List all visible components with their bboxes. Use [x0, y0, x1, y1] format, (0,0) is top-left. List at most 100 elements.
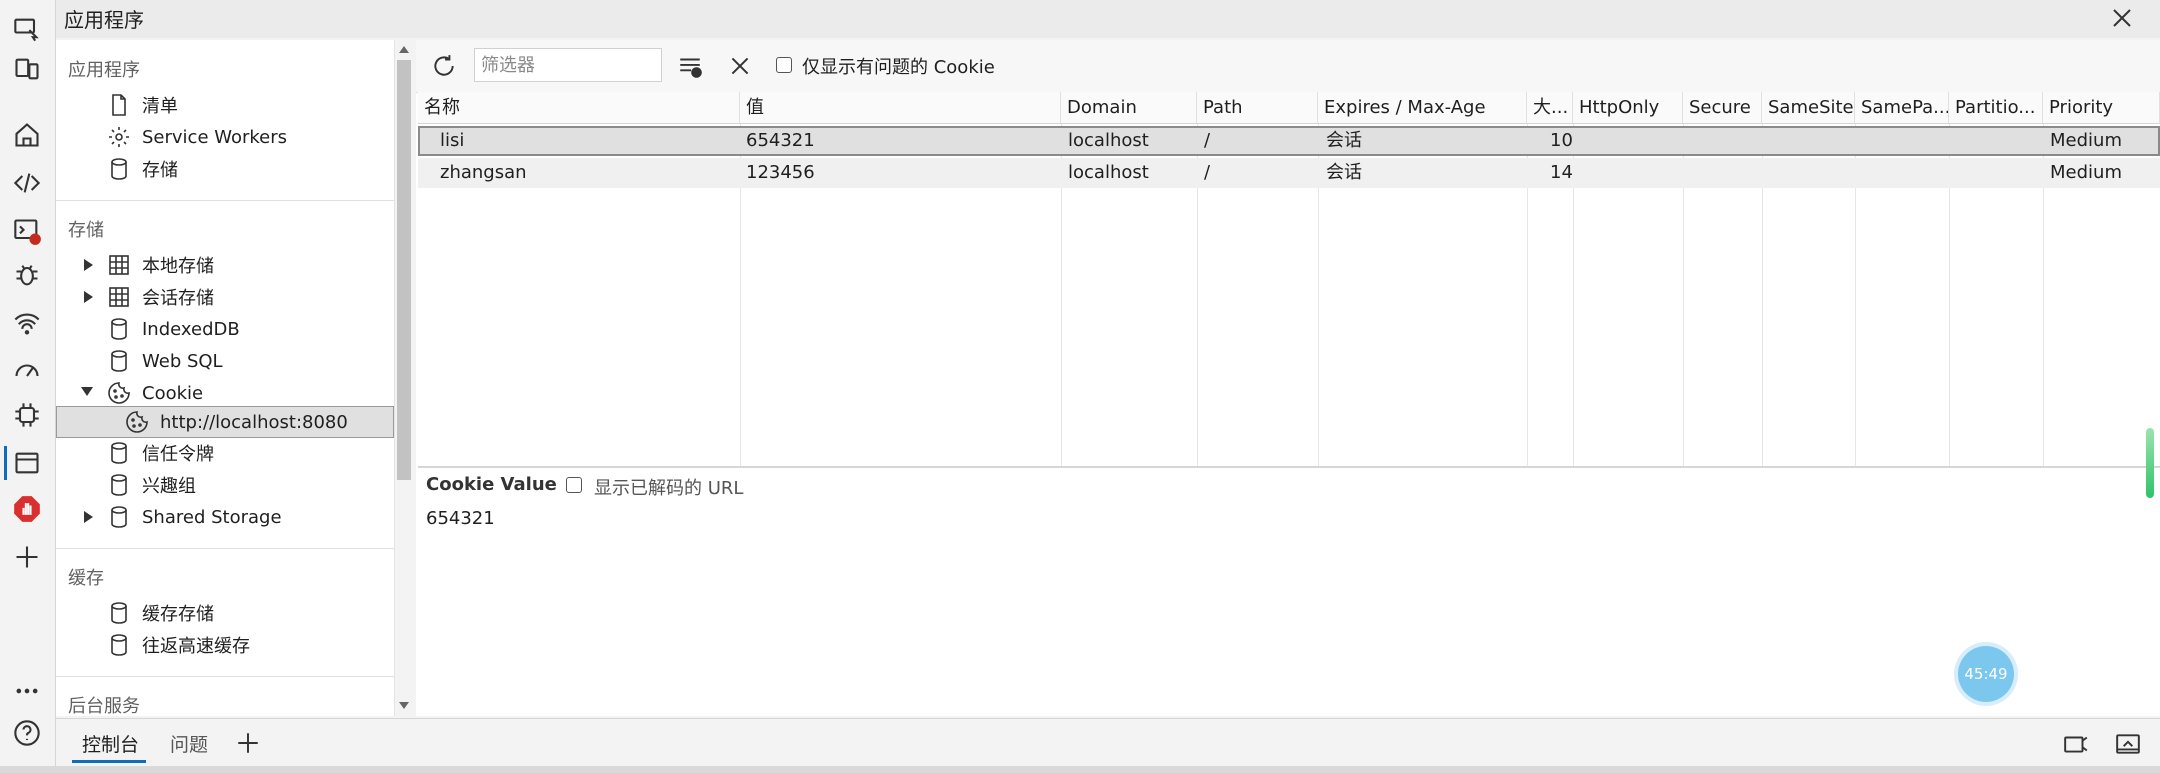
sidebar-item-session-storage[interactable]: 会话存储	[106, 282, 214, 312]
section-divider	[56, 676, 394, 677]
sidebar-item-label: 会话存储	[142, 288, 214, 309]
column-header-size[interactable]: 大...	[1527, 92, 1573, 124]
undock-button[interactable]	[2112, 728, 2144, 760]
cell-name: lisi	[440, 130, 465, 151]
sidebar-item-service-workers[interactable]: Service Workers	[106, 122, 287, 152]
sidebar-item-label: 缓存存储	[142, 604, 214, 625]
home-icon[interactable]	[10, 118, 44, 152]
document-icon	[106, 92, 132, 118]
add-tab-button[interactable]	[232, 727, 264, 759]
column-header-expires[interactable]: Expires / Max-Age	[1318, 92, 1527, 124]
show-decoded-checkbox[interactable]	[566, 477, 582, 493]
expand-arrow-icon[interactable]	[84, 259, 93, 271]
sidebar-item-indexeddb[interactable]: IndexedDB	[106, 314, 240, 344]
cell-expires: 会话	[1326, 162, 1362, 183]
close-icon	[2113, 9, 2131, 27]
column-header-secure[interactable]: Secure	[1683, 92, 1762, 124]
sidebar-item-interest-groups[interactable]: 兴趣组	[106, 470, 196, 500]
timer-badge[interactable]: 45:49	[1958, 646, 2014, 702]
device-emulation-icon[interactable]	[10, 52, 44, 86]
debug-icon[interactable]	[10, 258, 44, 292]
cookie-icon	[124, 409, 150, 435]
inspect-device-icon[interactable]	[10, 12, 44, 46]
sidebar-item-cookie[interactable]: Cookie	[106, 378, 203, 408]
tab-issues[interactable]: 问题	[170, 730, 208, 757]
sidebar-item-label: Shared Storage	[142, 506, 282, 528]
column-header-domain[interactable]: Domain	[1061, 92, 1197, 124]
window-bottom-edge	[0, 766, 2160, 773]
sidebar-item-label: Service Workers	[142, 126, 288, 148]
memory-icon[interactable]	[10, 398, 44, 432]
database-icon	[106, 156, 132, 182]
database-icon	[106, 472, 132, 498]
add-tool-icon[interactable]	[10, 540, 44, 574]
column-header-partition-key[interactable]: Partitio...	[1949, 92, 2043, 124]
sidebar-item-cache-storage[interactable]: 缓存存储	[106, 598, 214, 628]
panel-resizer[interactable]	[418, 466, 2160, 468]
tab-console[interactable]: 控制台	[82, 730, 139, 757]
collapse-arrow-icon[interactable]	[81, 387, 93, 396]
refresh-button[interactable]	[428, 50, 460, 82]
clear-filter-icon	[680, 58, 702, 78]
cookie-icon	[106, 380, 132, 406]
filter-input[interactable]	[474, 48, 662, 82]
close-icon	[731, 57, 749, 75]
database-icon	[106, 504, 132, 530]
sidebar-item-localhost-cookie[interactable]: http://localhost:8080	[124, 407, 348, 437]
sidebar-item-web-sql[interactable]: Web SQL	[106, 346, 223, 376]
stop-hand-icon[interactable]	[10, 492, 44, 526]
performance-icon[interactable]	[10, 352, 44, 386]
expand-arrow-icon[interactable]	[84, 511, 93, 523]
application-icon[interactable]	[10, 446, 44, 480]
section-divider	[56, 200, 394, 201]
column-header-path[interactable]: Path	[1197, 92, 1318, 124]
only-issues-checkbox[interactable]	[776, 57, 792, 73]
expand-arrow-icon[interactable]	[84, 291, 93, 303]
scroll-up-icon[interactable]	[399, 46, 409, 53]
console-icon[interactable]	[10, 214, 44, 248]
column-header-samesite[interactable]: SameSite	[1762, 92, 1855, 124]
elements-icon[interactable]	[10, 166, 44, 200]
column-header-sameparty[interactable]: SamePa...	[1855, 92, 1949, 124]
dock-button[interactable]	[2060, 728, 2092, 760]
network-icon[interactable]	[10, 306, 44, 340]
table-row[interactable]: lisi 654321 localhost / 会话 10 Medium	[418, 126, 2160, 156]
sidebar-item-manifest[interactable]: 清单	[106, 90, 178, 120]
sidebar-item-trust-tokens[interactable]: 信任令牌	[106, 438, 214, 468]
help-icon[interactable]	[10, 716, 44, 750]
activity-bar	[0, 0, 56, 773]
sidebar-item-local-storage[interactable]: 本地存储	[106, 250, 214, 280]
cell-value: 654321	[746, 130, 815, 151]
scroll-down-icon[interactable]	[399, 702, 409, 709]
sidebar-item-label: 兴趣组	[142, 476, 196, 497]
table-row[interactable]: zhangsan 123456 localhost / 会话 14 Medium	[418, 158, 2160, 188]
refresh-icon	[434, 55, 454, 76]
cell-path: /	[1204, 162, 1211, 183]
sidebar-item-label: Cookie	[142, 382, 204, 404]
column-header-name[interactable]: 名称	[418, 92, 740, 124]
dock-side-icon	[2064, 736, 2088, 753]
section-title-application: 应用程序	[68, 60, 140, 81]
cell-domain: localhost	[1068, 130, 1149, 151]
column-header-value[interactable]: 值	[740, 92, 1061, 124]
delete-selected-button[interactable]	[724, 50, 756, 82]
sidebar-item-bfcache[interactable]: 往返高速缓存	[106, 630, 250, 660]
more-icon[interactable]	[10, 674, 44, 708]
sidebar-item-label: 清单	[142, 96, 178, 117]
show-decoded-label: 显示已解码的 URL	[594, 478, 744, 499]
section-title-background-services: 后台服务	[68, 696, 140, 716]
section-title-cache: 缓存	[68, 568, 104, 589]
cell-priority: Medium	[2050, 162, 2122, 183]
sidebar-scrollbar-thumb[interactable]	[397, 60, 411, 480]
database-icon	[106, 316, 132, 342]
clear-all-button[interactable]	[674, 50, 706, 82]
sidebar-item-shared-storage[interactable]: Shared Storage	[106, 502, 282, 532]
sidebar-item-label: 本地存储	[142, 256, 214, 277]
sidebar: 应用程序 清单 Service Workers 存储 存储 本地存储 会话存储 …	[56, 40, 394, 716]
column-header-priority[interactable]: Priority	[2043, 92, 2160, 124]
sidebar-item-storage[interactable]: 存储	[106, 154, 178, 184]
cell-name: zhangsan	[440, 162, 527, 183]
close-button[interactable]	[2098, 0, 2146, 36]
database-icon	[106, 600, 132, 626]
column-header-httponly[interactable]: HttpOnly	[1573, 92, 1683, 124]
